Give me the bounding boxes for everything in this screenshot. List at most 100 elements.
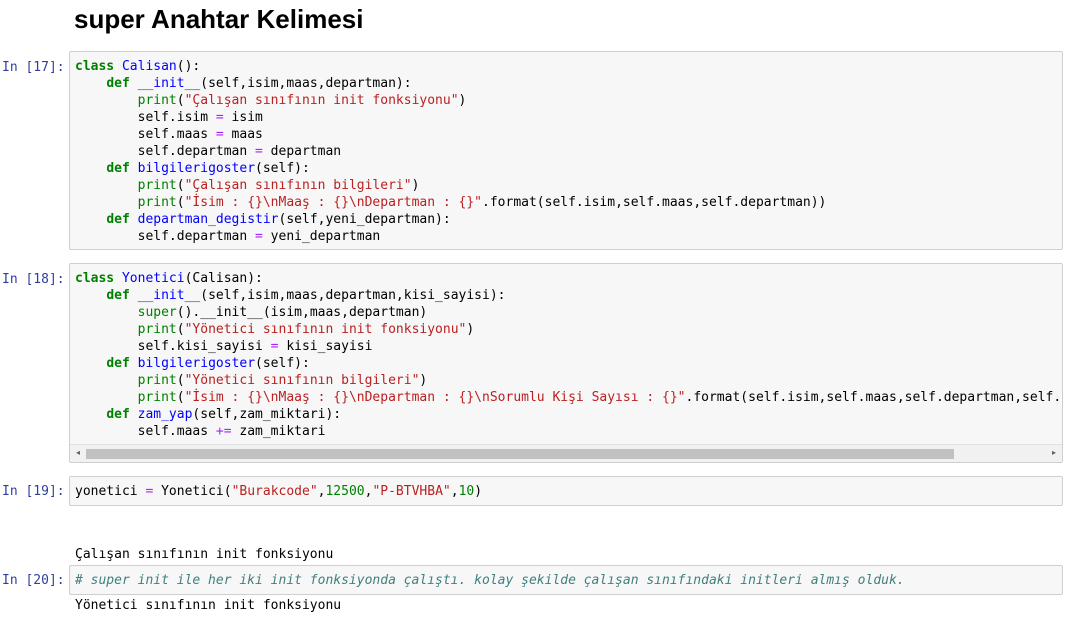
code-token: def [106,407,130,422]
cell-prompt-18: In [18]: [2,272,65,287]
code-token: departman [262,144,342,159]
code-editor[interactable]: # super init ile her iki init fonksiyond… [70,566,1062,589]
code-line: # super init ile her iki init fonksiyond… [75,572,1062,589]
code-token: ( [176,195,185,210]
code-token: print [137,195,177,210]
code-line: class Calisan(): [75,58,1062,75]
code-token: (self,isim,maas,departman,kisi_sayisi): [200,288,506,303]
code-editor[interactable]: class Calisan(): def __init__(self,isim,… [70,52,1062,245]
code-token: class [75,59,115,74]
code-line: def zam_yap(self,zam_miktari): [75,406,1062,423]
code-token: ( [176,322,185,337]
code-token: __init__ [137,76,201,91]
code-line: print("Yönetici sınıfının bilgileri") [75,372,1062,389]
code-token: zam_yap [137,407,193,422]
code-editor[interactable]: yonetici = Yonetici("Burakcode",12500,"P… [70,477,1062,500]
code-token: def [106,288,130,303]
code-token: bilgilerigoster [137,356,256,371]
code-token: = [255,229,263,244]
code-token: += [215,424,232,439]
code-token: print [137,322,177,337]
code-token: # super init ile her iki init fonksiyond… [75,573,905,588]
code-token: bilgilerigoster [137,161,256,176]
code-token: Yonetici( [153,484,232,499]
code-line: print("İsim : {}\nMaaş : {}\nDepartman :… [75,389,1062,406]
code-token: super [137,305,177,320]
code-line: self.isim = isim [75,109,1062,126]
markdown-cell-20[interactable]: # super init ile her iki init fonksiyond… [69,565,1063,595]
code-token: print [137,93,177,108]
code-cell-17[interactable]: class Calisan(): def __init__(self,isim,… [69,51,1063,250]
code-token: (self): [255,356,310,371]
code-token: "Burakcode" [231,484,318,499]
code-line: self.maas = maas [75,126,1062,143]
code-token: ( [176,390,185,405]
code-token: print [137,373,177,388]
code-token: departman_degistir [137,212,279,227]
code-token: def [106,76,130,91]
scrollbar-thumb[interactable] [86,449,954,459]
code-line: super().__init__(isim,maas,departman) [75,304,1062,321]
code-token: ) [458,93,467,108]
code-token: ( [176,93,185,108]
code-token: def [106,161,130,176]
code-line: print("Çalışan sınıfının init fonksiyonu… [75,92,1062,109]
code-token: Yonetici [121,271,185,286]
code-token: "P-BTVHBA" [372,484,451,499]
cell-prompt-19: In [19]: [2,484,65,499]
code-token: yeni_departman [262,229,381,244]
code-token: self.departman [75,144,256,159]
code-line: def bilgilerigoster(self): [75,355,1062,372]
code-editor[interactable]: class Yonetici(Calisan): def __init__(se… [70,264,1062,440]
code-cell-18[interactable]: class Yonetici(Calisan): def __init__(se… [69,263,1063,463]
code-token: ) [474,484,483,499]
code-token: (self,isim,maas,departman): [200,76,412,91]
code-token: ) [466,322,475,337]
code-token: .format(self.isim,self.maas,self.departm… [685,390,1063,405]
code-line: self.departman = yeni_departman [75,228,1062,245]
code-token: = [215,110,224,125]
code-token: self.maas [75,424,216,439]
horizontal-scrollbar[interactable]: ◂ ▸ [70,444,1062,462]
code-token: class [75,271,115,286]
code-token: def [106,212,130,227]
code-line: self.maas += zam_miktari [75,423,1062,440]
notebook-heading: super Anahtar Kelimesi [74,4,364,34]
code-token: "Yönetici sınıfının bilgileri" [184,373,420,388]
code-token: ) [419,373,428,388]
code-token: (self,zam_miktari): [192,407,342,422]
code-token: yonetici [75,484,146,499]
code-token: ( [176,178,185,193]
code-token: zam_miktari [231,424,326,439]
code-token: "İsim : {}\nMaaş : {}\nDepartman : {}\nS… [184,390,686,405]
code-line: def __init__(self,isim,maas,departman): [75,75,1062,92]
code-token: "Çalışan sınıfının init fonksiyonu" [184,93,459,108]
code-token: (self): [255,161,310,176]
code-token: ) [411,178,420,193]
code-line: self.departman = departman [75,143,1062,160]
code-cell-19[interactable]: yonetici = Yonetici("Burakcode",12500,"P… [69,476,1063,506]
code-token: self.departman [75,229,256,244]
code-token: print [137,390,177,405]
code-token: kisi_sayisi [278,339,373,354]
scroll-right-icon[interactable]: ▸ [1047,446,1061,460]
code-line: print("Yönetici sınıfının init fonksiyon… [75,321,1062,338]
scroll-left-icon[interactable]: ◂ [71,446,85,460]
code-token: = [255,144,263,159]
code-line: yonetici = Yonetici("Burakcode",12500,"P… [75,483,1062,500]
cell-prompt-17: In [17]: [2,60,65,75]
